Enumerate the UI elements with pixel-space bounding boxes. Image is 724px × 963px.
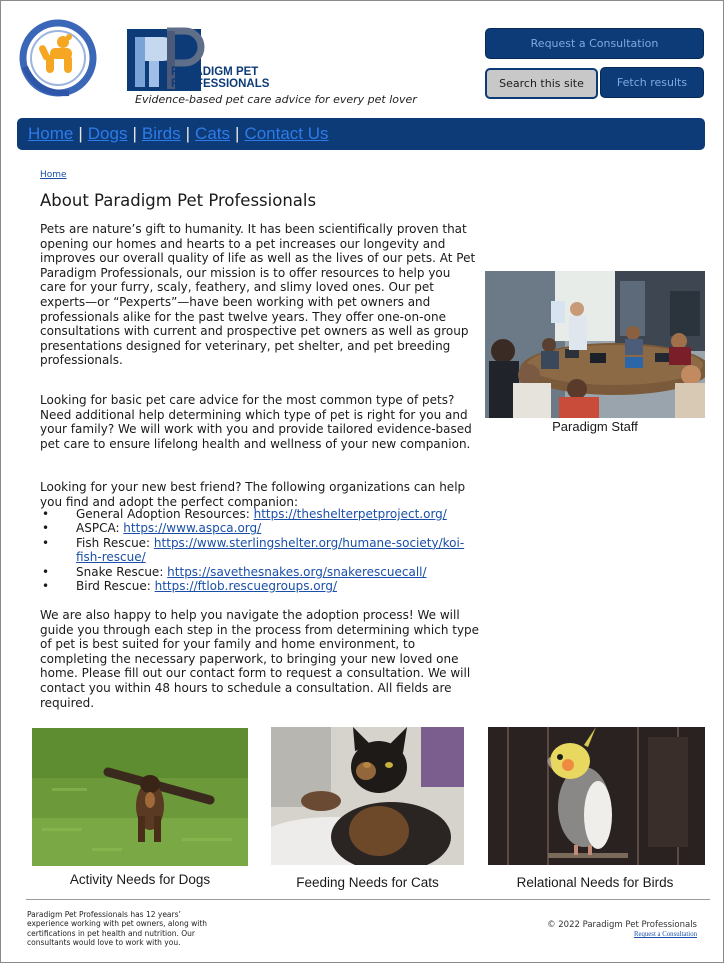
brand-name-line1: PARADIGM PET — [171, 66, 258, 78]
org-label: ASPCA: — [76, 521, 124, 536]
nav-link-home[interactable]: Home — [28, 124, 73, 144]
nav-link-dogs[interactable]: Dogs — [88, 124, 128, 144]
list-item: • Snake Rescue: https://savethesnakes.or… — [40, 565, 480, 579]
list-item: • Fish Rescue: https://www.sterlingshelt… — [40, 536, 480, 565]
org-label: Bird Rescue: — [76, 579, 155, 594]
page: PARADIGM PET PROFESSIONALS Evidence-base… — [0, 0, 724, 963]
bullet: • — [42, 507, 50, 521]
organization-list: • General Adoption Resources: https://th… — [40, 507, 480, 593]
fetch-results-button[interactable]: Fetch results — [600, 67, 704, 98]
bullet: • — [42, 579, 50, 594]
list-item: • General Adoption Resources: https://th… — [40, 507, 480, 521]
list-item: • Bird Rescue: https://ftlob.rescuegroup… — [40, 579, 480, 593]
nav-link-birds[interactable]: Birds — [142, 124, 181, 144]
org-link-snake-rescue[interactable]: https://savethesnakes.org/snakerescuecal… — [167, 565, 426, 579]
footer-divider — [26, 899, 710, 900]
adoption-process-paragraph: We are also happy to help you navigate t… — [40, 608, 480, 710]
bullet: • — [42, 521, 50, 536]
staff-caption: Paradigm Staff — [552, 419, 638, 434]
advice-paragraph: Looking for basic pet care advice for th… — [40, 393, 472, 451]
breadcrumb-home[interactable]: Home — [40, 170, 67, 180]
dogs-caption: Activity Needs for Dogs — [69, 872, 211, 887]
org-link-bird-rescue[interactable]: https://ftlob.rescuegroups.org/ — [155, 579, 337, 593]
intro-paragraph: Pets are nature’s gift to humanity. It h… — [40, 222, 476, 368]
staff-meeting-photo — [485, 271, 705, 418]
brand-logo: PARADIGM PET PROFESSIONALS — [127, 27, 287, 93]
cats-caption: Feeding Needs for Cats — [296, 875, 439, 890]
org-label: Snake Rescue: — [76, 564, 168, 579]
search-site-button[interactable]: Search this site — [485, 68, 598, 99]
main-navbar: Home | Dogs | Birds | Cats | Contact Us — [17, 118, 705, 150]
tagline: Evidence-based pet care advice for every… — [135, 93, 417, 106]
adoption-orgs-intro: Looking for your new best friend? The fo… — [40, 480, 466, 509]
org-label: General Adoption Resources: — [76, 507, 254, 521]
bird-photo — [488, 727, 705, 865]
footer-request-consultation-link[interactable]: Request a Consultation — [541, 931, 697, 938]
nav-separator: | — [235, 124, 240, 143]
org-link-aspca[interactable]: https://www.aspca.org/ — [123, 521, 261, 535]
footer-copyright: © 2022 Paradigm Pet Professionals — [547, 920, 697, 930]
dog-photo — [32, 728, 248, 866]
birds-caption: Relational Needs for Birds — [516, 875, 674, 890]
footer-about: Paradigm Pet Professionals has 12 years’… — [27, 910, 208, 947]
request-consultation-button[interactable]: Request a Consultation — [485, 28, 704, 59]
org-label: Fish Rescue: — [76, 535, 154, 550]
brand-name-line2: PROFESSIONALS — [171, 78, 270, 90]
dog-logo-icon — [17, 17, 99, 99]
bullet: • — [42, 564, 50, 579]
nav-link-cats[interactable]: Cats — [195, 124, 230, 144]
nav-separator: | — [78, 124, 83, 143]
page-title: About Paradigm Pet Professionals — [40, 191, 317, 210]
cat-photo — [271, 727, 464, 865]
nav-link-contact-us[interactable]: Contact Us — [244, 124, 328, 144]
nav-separator: | — [185, 124, 191, 143]
list-item: • ASPCA: https://www.aspca.org/ — [40, 521, 480, 535]
nav-separator: | — [132, 124, 137, 143]
org-link-general-adoption[interactable]: https://theshelterpetproject.org/ — [254, 507, 447, 521]
bullet: • — [42, 535, 50, 550]
